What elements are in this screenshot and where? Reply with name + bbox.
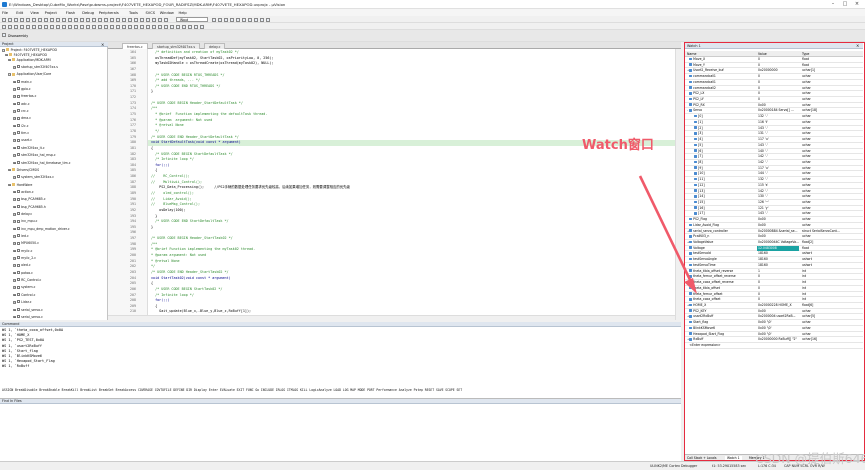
watermark: CSDN @提伯斯646	[755, 451, 865, 466]
annotation-arrow	[638, 175, 697, 294]
annotation-label: Watch窗口	[582, 138, 654, 153]
uvision-window: E:\Windows_Desktop\CubeMx_Works\Pase\pub…	[0, 0, 865, 470]
